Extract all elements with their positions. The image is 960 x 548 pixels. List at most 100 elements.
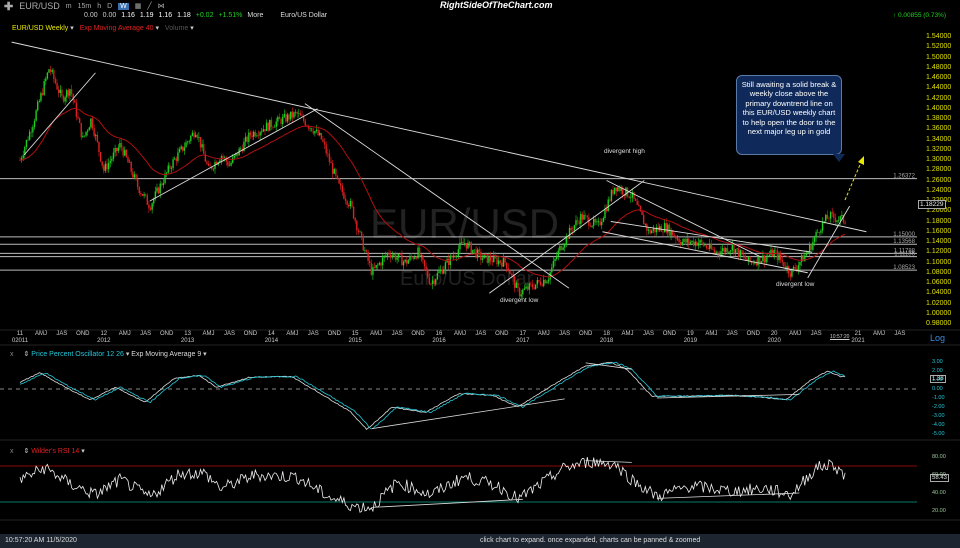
candle-body xyxy=(365,250,368,252)
candle-body xyxy=(256,135,258,137)
candle-body xyxy=(552,261,555,268)
candle-body xyxy=(742,254,745,256)
candle-body xyxy=(744,255,746,260)
candle-body xyxy=(604,208,606,218)
ppo-tick: -3.00 xyxy=(932,413,945,419)
candle-body xyxy=(681,241,684,245)
candle-body xyxy=(119,143,121,148)
candle-body xyxy=(27,139,29,141)
candle-body xyxy=(510,274,513,275)
legend-ppo[interactable]: Price Percent Oscillator 12 26 xyxy=(31,351,124,358)
move-icon[interactable]: ⇕ xyxy=(23,351,29,358)
candle-body xyxy=(294,112,297,113)
candle-body xyxy=(652,228,655,231)
candle-body xyxy=(180,146,182,149)
time-tick: 16 xyxy=(435,331,443,337)
candle-body xyxy=(662,231,664,233)
candle-body xyxy=(480,251,482,260)
candle-body xyxy=(45,78,47,82)
time-tick: AMJ xyxy=(789,331,802,337)
candle-body xyxy=(597,221,600,222)
candle-body xyxy=(364,250,366,251)
candle-body xyxy=(717,251,719,254)
candle-body xyxy=(694,241,696,246)
rsi-legend: x ⇕ Wilder's RSI 14 ▾ xyxy=(10,448,85,455)
candle-body xyxy=(127,157,129,163)
scale-mode[interactable]: Log xyxy=(930,333,945,343)
candle-body xyxy=(182,146,184,151)
candle-body xyxy=(291,111,294,118)
candle-body xyxy=(534,284,537,289)
ppo-tick: 0.00 xyxy=(932,386,943,392)
price-tick: 1.54000 xyxy=(926,33,952,40)
price-tick: 1.44000 xyxy=(926,84,952,92)
candle-body xyxy=(203,144,205,154)
time-tick: OND xyxy=(243,331,258,337)
candle-body xyxy=(783,261,785,267)
candle-body xyxy=(478,249,480,252)
candle-body xyxy=(430,283,432,285)
candle-body xyxy=(193,132,195,138)
close-ppo-icon[interactable]: x xyxy=(10,351,14,358)
candle-body xyxy=(464,243,466,244)
candle-body xyxy=(837,220,840,221)
candle-body xyxy=(59,89,61,93)
price-tick: 1.50000 xyxy=(926,53,952,61)
candle-body xyxy=(792,266,795,269)
candle-body xyxy=(589,225,592,227)
candle-body xyxy=(66,90,68,98)
candle-body xyxy=(435,279,437,284)
candle-body xyxy=(702,242,704,246)
legend-rsi[interactable]: Wilder's RSI 14 xyxy=(31,448,79,455)
time-cursor-label: 10:57:20 xyxy=(830,334,850,340)
legend-ppo-ema[interactable]: Exp Moving Average 9 xyxy=(131,351,201,358)
candle-body xyxy=(583,215,585,220)
candle-body xyxy=(86,130,89,132)
time-tick: JAS xyxy=(642,331,655,337)
candle-body xyxy=(821,221,824,231)
candle-body xyxy=(649,229,651,234)
rsi-tick: 20.00 xyxy=(932,508,946,514)
time-tick: JAS xyxy=(726,331,738,337)
last-price-label: 1.18229 xyxy=(918,200,946,209)
candle-body xyxy=(700,239,703,243)
candle-body xyxy=(689,242,692,244)
candle-body xyxy=(665,223,667,233)
candle-body xyxy=(183,147,186,151)
level-label: 1.15000 xyxy=(893,232,915,238)
candle-body xyxy=(248,132,250,142)
candle-body xyxy=(813,237,816,242)
trendline xyxy=(149,108,318,202)
candle-body xyxy=(406,259,408,264)
candle-body xyxy=(56,83,58,90)
candle-body xyxy=(249,132,252,136)
time-tick: OND xyxy=(76,331,90,337)
candle-body xyxy=(630,197,632,199)
candle-body xyxy=(720,251,722,255)
candle-body xyxy=(83,135,86,137)
candle-body xyxy=(441,269,443,274)
candle-body xyxy=(605,208,608,212)
candle-body xyxy=(64,97,66,102)
candle-body xyxy=(564,244,566,248)
price-tick: 1.14000 xyxy=(926,238,952,245)
candle-body xyxy=(834,218,837,222)
candle-body xyxy=(499,260,501,263)
candle-body xyxy=(754,262,756,264)
candle-body xyxy=(327,153,329,155)
candle-body xyxy=(473,249,476,251)
year-tick: 02011 xyxy=(11,338,29,344)
candle-body xyxy=(48,69,50,73)
candle-body xyxy=(699,239,701,243)
candle-body xyxy=(314,131,316,134)
close-rsi-icon[interactable]: x xyxy=(10,448,14,455)
ppo-tick: -1.00 xyxy=(932,395,945,401)
candle-body xyxy=(675,236,677,239)
candle-body xyxy=(602,217,605,222)
candle-body xyxy=(278,116,281,120)
candle-body xyxy=(264,129,266,132)
annotation-divergent-low-2017: divergent low xyxy=(500,297,539,304)
year-tick: 2015 xyxy=(348,338,362,344)
candle-body xyxy=(394,254,397,260)
move-icon[interactable]: ⇕ xyxy=(23,448,29,455)
